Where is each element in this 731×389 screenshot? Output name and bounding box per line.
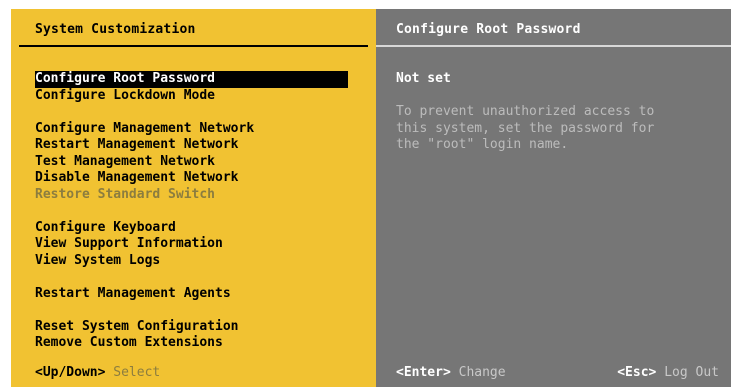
title-divider — [19, 45, 368, 47]
detail-title: Configure Root Password — [396, 22, 581, 37]
change-action: Change — [458, 365, 506, 380]
dcui-screen: System Customization Configure Root Pass… — [11, 9, 731, 387]
detail-divider — [376, 45, 731, 47]
esc-logout-hint[interactable]: <Esc> Log Out — [617, 365, 719, 380]
password-description: To prevent unauthorized access to this s… — [396, 104, 655, 152]
menu-item-configure-lockdown-mode[interactable]: Configure Lockdown Mode — [35, 88, 348, 105]
footer-navigation-hint: <Up/Down> Select — [35, 365, 160, 380]
menu-item-view-support-information[interactable]: View Support Information — [35, 236, 348, 253]
menu-item-configure-root-password[interactable]: Configure Root Password — [35, 71, 348, 88]
menu-item-view-system-logs[interactable]: View System Logs — [35, 253, 348, 270]
logout-action: Log Out — [664, 365, 719, 380]
customization-menu: Configure Root Password Configure Lockdow… — [35, 71, 348, 352]
menu-item-remove-custom-extensions[interactable]: Remove Custom Extensions — [35, 335, 348, 352]
menu-item-reset-system-configuration[interactable]: Reset System Configuration — [35, 319, 348, 336]
menu-item-restart-management-network[interactable]: Restart Management Network — [35, 137, 348, 154]
esc-key: <Esc> — [617, 365, 657, 380]
menu-item-restart-management-agents[interactable]: Restart Management Agents — [35, 286, 348, 303]
enter-key: <Enter> — [396, 365, 451, 380]
menu-spacer — [35, 203, 348, 220]
menu-spacer — [35, 302, 348, 319]
menu-item-restore-standard-switch: Restore Standard Switch — [35, 186, 216, 202]
menu-spacer — [35, 104, 348, 121]
up-down-key: <Up/Down> — [35, 365, 106, 380]
enter-change-hint[interactable]: <Enter> Change — [396, 365, 506, 380]
detail-panel: Configure Root Password Not set To preve… — [376, 9, 731, 387]
menu-spacer — [35, 269, 348, 286]
menu-item-configure-keyboard[interactable]: Configure Keyboard — [35, 220, 348, 237]
password-status: Not set — [396, 71, 451, 86]
select-action: Select — [113, 365, 161, 380]
menu-item-disable-management-network[interactable]: Disable Management Network — [35, 170, 348, 187]
menu-item-test-management-network[interactable]: Test Management Network — [35, 154, 348, 171]
panel-title: System Customization — [35, 22, 196, 37]
menu-item-configure-management-network[interactable]: Configure Management Network — [35, 121, 348, 138]
system-customization-panel: System Customization Configure Root Pass… — [11, 9, 376, 387]
